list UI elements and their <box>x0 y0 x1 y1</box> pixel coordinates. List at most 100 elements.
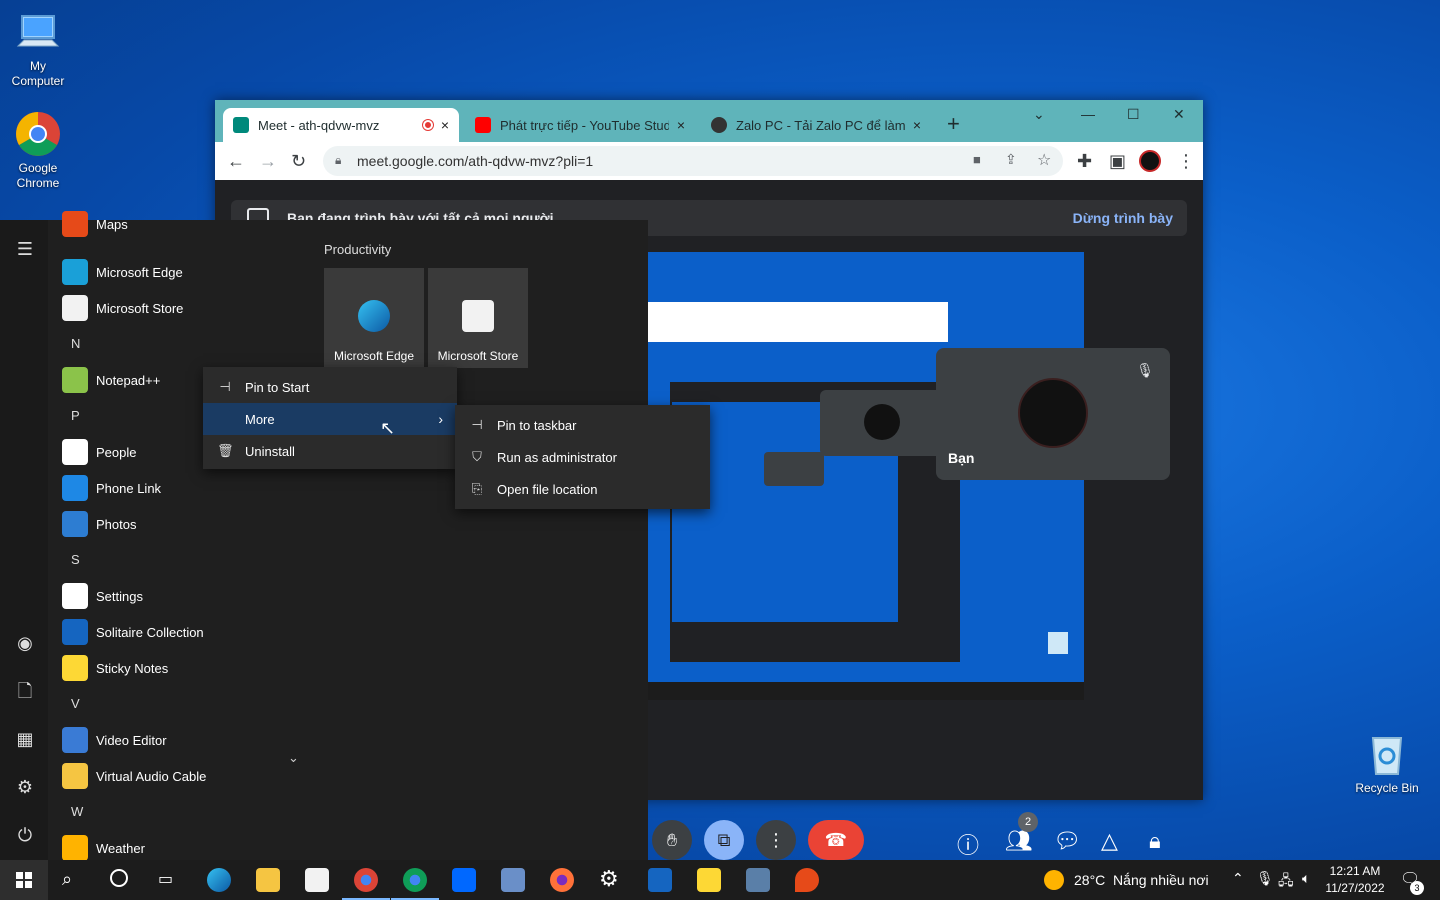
app-item[interactable]: People <box>62 434 136 470</box>
tile-microsoft-store[interactable]: Microsoft Store <box>428 268 528 368</box>
close-window-button[interactable]: ✕ <box>1173 106 1185 123</box>
tab-meet[interactable]: Meet - ath-qdvw-mvz × <box>223 108 459 142</box>
present-now-button[interactable]: ⧉ <box>704 820 744 860</box>
cortana-icon[interactable] <box>110 869 128 887</box>
volume-icon[interactable]: 🔈︎ <box>1302 870 1310 887</box>
group-letter[interactable]: W <box>71 804 83 819</box>
reload-icon[interactable]: ↻ <box>291 151 306 171</box>
extensions-icon[interactable]: ✚ <box>1077 151 1092 171</box>
chat-icon[interactable]: 💬︎ <box>1053 828 1081 854</box>
group-letter[interactable]: S <box>71 552 80 567</box>
pin-icon: ⊣ <box>219 379 231 394</box>
stop-presenting-button[interactable]: Dừng trình bày <box>1073 210 1173 226</box>
app-item[interactable]: Phone Link <box>62 470 161 506</box>
address-bar[interactable]: 🔒︎ meet.google.com/ath-qdvw-mvz?pli=1 ■ … <box>323 146 1063 176</box>
tab-youtube-studio[interactable]: Phát trực tiếp - YouTube Studio × <box>465 108 695 142</box>
power-icon[interactable]: ⏻ <box>14 824 36 846</box>
group-letter[interactable]: V <box>71 696 80 711</box>
group-letter[interactable]: P <box>71 408 80 423</box>
maps-icon[interactable] <box>795 868 819 892</box>
desktop-icon-chrome[interactable]: Google Chrome <box>0 110 76 191</box>
chrome-icon[interactable] <box>342 868 390 900</box>
host-controls-icon[interactable]: 🔒︎ <box>1149 828 1161 854</box>
maximize-button[interactable]: ☐ <box>1127 106 1140 123</box>
documents-icon[interactable]: 🗋︎ <box>14 680 36 702</box>
app-item[interactable]: Notepad++ <box>62 362 160 398</box>
cards-icon[interactable] <box>648 868 672 892</box>
side-panel-icon[interactable]: ▣ <box>1109 151 1126 171</box>
pin-to-taskbar-item[interactable]: ⊣ Pin to taskbar <box>455 409 710 441</box>
tab-zalo[interactable]: Zalo PC - Tải Zalo PC để làm việc × <box>701 108 931 142</box>
search-icon[interactable]: ⌕ <box>62 869 72 890</box>
tab-title: Zalo PC - Tải Zalo PC để làm việc <box>736 117 905 133</box>
close-icon[interactable]: × <box>913 117 921 133</box>
minimize-button[interactable]: — <box>1081 106 1095 122</box>
tile-microsoft-edge[interactable]: Microsoft Edge <box>324 268 424 368</box>
app-item[interactable]: Microsoft Edge <box>62 254 183 290</box>
activities-icon[interactable]: △ <box>1101 828 1118 854</box>
close-icon[interactable]: × <box>677 117 685 133</box>
close-icon[interactable]: × <box>441 117 449 133</box>
sticky-notes-icon[interactable] <box>697 868 721 892</box>
user-icon[interactable]: ◉ <box>14 632 36 654</box>
hamburger-icon[interactable]: ☰ <box>14 238 36 260</box>
app-item[interactable]: Virtual Audio Cable <box>62 758 206 794</box>
avatar[interactable] <box>1139 150 1161 172</box>
app-item[interactable]: Solitaire Collection <box>62 614 204 650</box>
open-file-location-item[interactable]: ⎘ Open file location <box>455 473 710 505</box>
zalo-icon[interactable] <box>452 868 476 892</box>
back-icon[interactable]: ← <box>227 151 245 171</box>
hang-up-button[interactable]: ☎︎ <box>808 820 864 860</box>
store-icon[interactable] <box>305 868 329 892</box>
camera-icon[interactable]: ■ <box>973 152 981 167</box>
task-view-icon[interactable]: ▭ <box>158 869 173 889</box>
calculator-icon[interactable] <box>746 868 770 892</box>
firefox-icon[interactable] <box>550 868 574 892</box>
weather-text[interactable]: 28°C Nắng nhiều nơi <box>1074 872 1209 888</box>
tab-search-icon[interactable]: ⌄ <box>1033 106 1045 123</box>
chevron-down-icon[interactable]: ⌄ <box>288 750 299 766</box>
desktop-icon-recycle-bin[interactable]: Recycle Bin <box>1349 730 1425 795</box>
app-item[interactable]: Settings <box>62 578 143 614</box>
share-icon[interactable]: ⇪ <box>1005 151 1017 168</box>
chevron-up-icon[interactable]: ⌃ <box>1232 870 1244 887</box>
menu-dots-icon[interactable]: ⋮ <box>1177 151 1195 171</box>
taskbar: ⌕ ▭ ⚙︎ 28°C Nắng nhiều nơi ⌃ 🎙︎ 🖧︎ 🔈︎ 12… <box>0 860 1440 900</box>
edge-icon <box>62 259 88 285</box>
info-icon[interactable]: ⓘ <box>957 828 979 860</box>
more-options-button[interactable]: ⋮ <box>756 820 796 860</box>
pin-to-start-item[interactable]: ⊣ Pin to Start <box>203 371 457 403</box>
desktop-icon-my-computer[interactable]: My Computer <box>0 8 76 89</box>
chrome-icon <box>14 110 62 158</box>
menu-label: Run as administrator <box>497 449 617 465</box>
network-icon[interactable]: 🖧︎ <box>1278 870 1294 894</box>
file-explorer-icon[interactable] <box>256 868 280 892</box>
app-item[interactable]: Video Editor <box>62 722 167 758</box>
new-tab-button[interactable]: + <box>947 112 960 136</box>
app-item[interactable]: Sticky Notes <box>62 650 168 686</box>
chrome-profile-icon[interactable] <box>391 868 439 900</box>
app-item[interactable]: Microsoft Store <box>62 290 183 326</box>
gear-icon[interactable]: ⚙︎ <box>599 866 619 892</box>
gear-icon[interactable]: ⚙︎ <box>14 776 36 798</box>
remote-desktop-icon[interactable] <box>501 868 525 892</box>
uninstall-item[interactable]: 🗑︎ Uninstall <box>203 435 457 467</box>
edge-icon[interactable] <box>207 868 231 892</box>
start-button[interactable] <box>0 860 48 900</box>
app-label: Virtual Audio Cable <box>96 768 207 784</box>
tiles-section-title: Productivity <box>324 242 392 257</box>
app-item[interactable]: Maps <box>62 206 128 242</box>
microphone-icon[interactable]: 🎙︎ <box>1256 870 1274 887</box>
participant-name: Bạn <box>948 450 975 466</box>
group-letter[interactable]: N <box>71 336 80 351</box>
more-item[interactable]: More › <box>203 403 457 435</box>
pictures-icon[interactable]: ▦ <box>14 728 36 750</box>
star-icon[interactable]: ☆ <box>1037 150 1051 170</box>
run-as-admin-item[interactable]: ⛉ Run as administrator <box>455 441 710 473</box>
raise-hand-button[interactable]: ✋︎ <box>652 820 692 860</box>
video-icon <box>62 727 88 753</box>
app-label: Microsoft Store <box>96 300 184 316</box>
clock[interactable]: 12:21 AM 11/27/2022 <box>1322 863 1388 897</box>
app-item[interactable]: Photos <box>62 506 136 542</box>
forward-icon[interactable]: → <box>259 151 277 171</box>
